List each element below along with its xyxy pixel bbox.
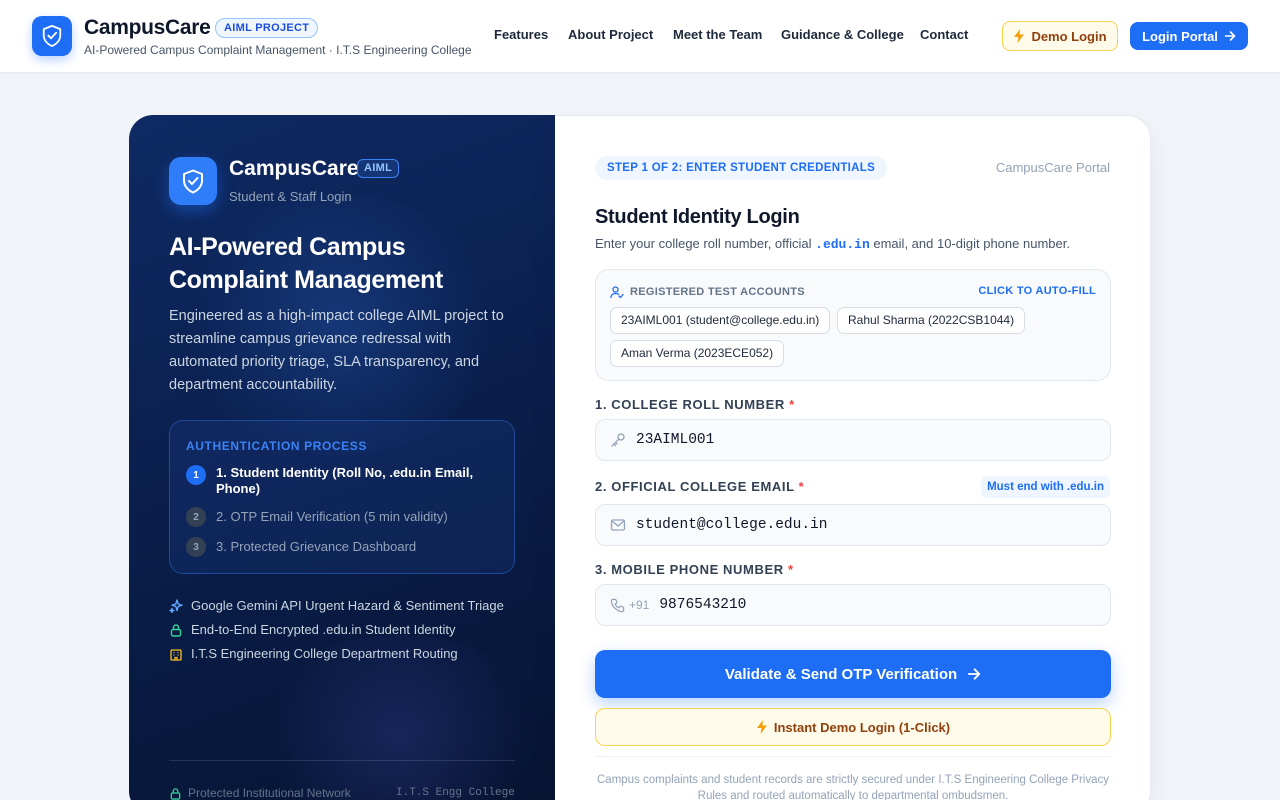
step-label: 1. Student Identity (Roll No, .edu.in Em…: [216, 465, 474, 496]
mail-icon: [610, 519, 626, 531]
key-icon: [611, 433, 625, 447]
step-indicator: STEP 1 OF 2: ENTER STUDENT CREDENTIALS: [595, 156, 888, 180]
email-input[interactable]: [636, 517, 1056, 533]
subtitle-text: Enter your college roll number, official: [595, 236, 816, 251]
college-tag: I.T.S Engg College: [396, 787, 515, 799]
roll-number-label: 1. COLLEGE ROLL NUMBER *: [595, 397, 795, 412]
phone-field[interactable]: +91: [595, 584, 1111, 626]
feature-label: End-to-End Encrypted .edu.in Student Ide…: [191, 622, 456, 637]
instant-demo-login-button[interactable]: Instant Demo Login (1-Click): [595, 708, 1111, 746]
aiml-badge: AIML: [357, 159, 400, 178]
shield-check-icon[interactable]: [32, 16, 72, 56]
user-check-icon: [610, 286, 624, 299]
arrow-right-icon: [967, 668, 981, 680]
email-hint-badge: Must end with .edu.in: [981, 476, 1110, 498]
lock-icon: [170, 623, 182, 637]
arrow-right-icon: [1224, 31, 1236, 41]
login-form-panel: STEP 1 OF 2: ENTER STUDENT CREDENTIALS C…: [555, 115, 1151, 800]
nav-meet-the-team[interactable]: Meet the Team: [673, 27, 762, 42]
email-field[interactable]: [595, 504, 1111, 546]
validate-send-otp-button[interactable]: Validate & Send OTP Verification: [595, 650, 1111, 698]
test-accounts-card: REGISTERED TEST ACCOUNTS CLICK TO AUTO-F…: [595, 269, 1111, 381]
validate-button-label: Validate & Send OTP Verification: [724, 665, 958, 683]
step-label: 3. Protected Grievance Dashboard: [216, 539, 417, 554]
roll-number-field[interactable]: [595, 419, 1111, 461]
brand-name[interactable]: CampusCare: [84, 16, 211, 40]
building-icon: [170, 648, 182, 661]
step-number-badge: 2: [186, 507, 206, 527]
panel-brand-subtitle: Student & Staff Login: [229, 189, 352, 204]
step-label: 2. OTP Email Verification (5 min validit…: [216, 509, 448, 524]
feature-label: Google Gemini API Urgent Hazard & Sentim…: [191, 598, 504, 613]
roll-number-label-text: 1. COLLEGE ROLL NUMBER: [595, 397, 785, 412]
test-accounts-heading: REGISTERED TEST ACCOUNTS: [610, 285, 805, 299]
email-label-text: 2. OFFICIAL COLLEGE EMAIL: [595, 479, 795, 494]
feature-label: I.T.S Engineering College Department Rou…: [191, 646, 458, 661]
test-accounts-title: REGISTERED TEST ACCOUNTS: [630, 286, 805, 298]
phone-label: 3. MOBILE PHONE NUMBER *: [595, 562, 794, 577]
lightning-icon: [1014, 29, 1025, 43]
phone-label-text: 3. MOBILE PHONE NUMBER: [595, 562, 784, 577]
login-portal-label: Login Portal: [1142, 28, 1218, 44]
test-account-chip[interactable]: Aman Verma (2023ECE052): [610, 340, 785, 367]
panel-headline: AI-Powered Campus Complaint Management: [169, 233, 443, 294]
step-number-badge: 1: [186, 465, 206, 485]
divider: [595, 756, 1111, 757]
panel-description: Engineered as a high-impact college AIML…: [169, 308, 504, 393]
form-subtitle: Enter your college roll number, official…: [595, 236, 1070, 252]
nav-features[interactable]: Features: [494, 27, 548, 42]
test-account-chip[interactable]: 23AIML001 (student@college.edu.in): [610, 307, 831, 334]
auth-step: 1 1. Student Identity (Roll No, .edu.in …: [186, 465, 486, 497]
auth-step: 3 3. Protected Grievance Dashboard: [186, 537, 416, 557]
feature-item: End-to-End Encrypted .edu.in Student Ide…: [169, 622, 456, 637]
divider: [169, 760, 515, 761]
login-portal-button[interactable]: Login Portal: [1130, 22, 1248, 50]
lock-icon: [170, 787, 181, 800]
auto-fill-hint[interactable]: CLICK TO AUTO-FILL: [978, 285, 1096, 297]
feature-item: Google Gemini API Urgent Hazard & Sentim…: [169, 598, 504, 613]
info-panel: CampusCare AIML Student & Staff Login AI…: [129, 115, 555, 800]
country-code-prefix: +91: [629, 598, 650, 612]
network-status: Protected Institutional Network: [169, 786, 351, 800]
portal-tag: CampusCare Portal: [995, 160, 1110, 175]
phone-icon: [610, 598, 625, 612]
shield-check-icon: [169, 157, 217, 205]
project-badge: AIML PROJECT: [215, 18, 319, 38]
auth-step: 2 2. OTP Email Verification (5 min valid…: [186, 507, 448, 527]
phone-input[interactable]: [659, 597, 1080, 613]
privacy-notice: Campus complaints and student records ar…: [597, 774, 1109, 800]
nav-contact[interactable]: Contact: [920, 27, 968, 42]
roll-number-input[interactable]: [636, 432, 1056, 448]
required-marker: *: [789, 397, 795, 412]
feature-item: I.T.S Engineering College Department Rou…: [169, 646, 458, 661]
nav-guidance-college[interactable]: Guidance & College: [781, 27, 904, 42]
instant-demo-label: Instant Demo Login (1-Click): [773, 719, 951, 735]
auth-process-title: AUTHENTICATION PROCESS: [186, 439, 367, 453]
subtitle-text: email, and 10-digit phone number.: [869, 236, 1070, 251]
form-title: Student Identity Login: [595, 206, 800, 228]
step-number-badge: 3: [186, 537, 206, 557]
demo-login-button[interactable]: Demo Login: [1002, 21, 1118, 51]
lightning-icon: [756, 720, 767, 734]
required-marker: *: [787, 562, 794, 577]
required-marker: *: [798, 479, 805, 494]
test-account-chip[interactable]: Rahul Sharma (2022CSB1044): [837, 307, 1026, 334]
demo-login-label: Demo Login: [1031, 28, 1107, 44]
edu-domain-code: .edu.in: [815, 237, 870, 252]
top-navbar: CampusCare AIML PROJECT AI-Powered Campu…: [0, 0, 1280, 73]
email-label: 2. OFFICIAL COLLEGE EMAIL *: [595, 479, 804, 494]
network-status-label: Protected Institutional Network: [188, 786, 351, 800]
panel-brand-name: CampusCare: [229, 157, 359, 180]
authentication-process-card: AUTHENTICATION PROCESS 1 1. Student Iden…: [169, 420, 515, 574]
brand-subtitle: AI-Powered Campus Complaint Management ·…: [84, 43, 472, 57]
sparkle-icon: [169, 598, 183, 613]
nav-about-project[interactable]: About Project: [568, 27, 653, 42]
